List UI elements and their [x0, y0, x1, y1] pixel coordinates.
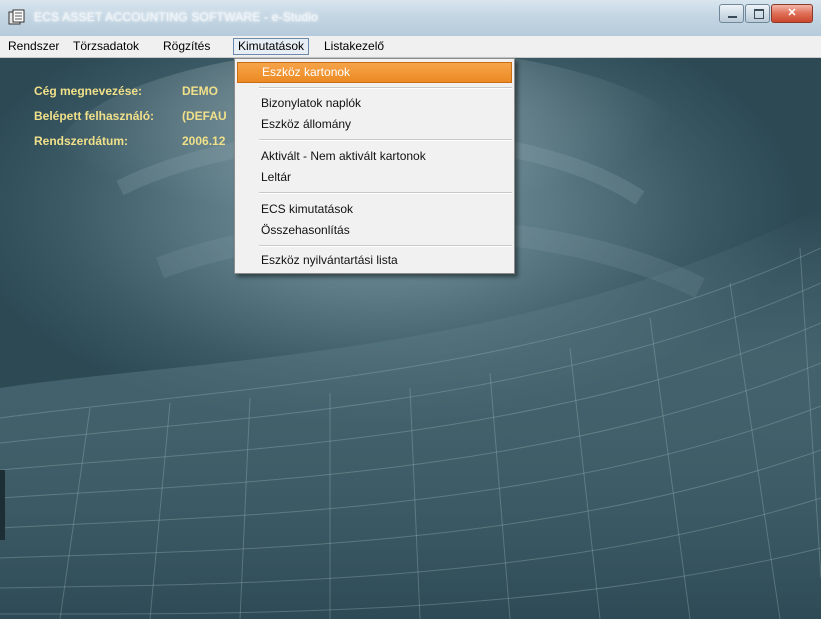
app-icon[interactable] [8, 9, 26, 27]
date-value: 2006.12 [182, 134, 226, 148]
menu-separator [259, 245, 512, 247]
menu-item-leltar[interactable]: Leltár [237, 167, 512, 188]
menu-item-bizonylatok-naplok[interactable]: Bizonylatok naplók [237, 93, 512, 114]
menu-separator [259, 139, 512, 141]
left-edge-bar [0, 470, 5, 540]
window-title: ECS ASSET ACCOUNTING SOFTWARE - e-Studio [34, 10, 319, 24]
menu-item-osszehasonlitas[interactable]: Összehasonlítás [237, 220, 512, 241]
minimize-button[interactable] [719, 4, 744, 23]
kimutatasok-dropdown: Eszköz kartonok Bizonylatok naplók Eszkö… [234, 58, 515, 274]
minimize-icon [728, 16, 737, 18]
menu-separator [259, 192, 512, 194]
menu-rogzites[interactable]: Rögzítés [159, 38, 214, 55]
window-controls: ✕ [718, 4, 813, 24]
menu-item-eszkoz-allomany[interactable]: Eszköz állomány [237, 114, 512, 135]
maximize-icon [754, 9, 764, 19]
menu-item-aktivalt-kartonok[interactable]: Aktivált - Nem aktivált kartonok [237, 146, 512, 167]
close-button[interactable]: ✕ [771, 4, 813, 23]
menu-bar: Rendszer Törzsadatok Rögzítés Kimutatáso… [0, 36, 821, 58]
title-bar: ECS ASSET ACCOUNTING SOFTWARE - e-Studio… [0, 0, 821, 37]
menu-torzsadatok[interactable]: Törzsadatok [69, 38, 143, 55]
menu-rendszer[interactable]: Rendszer [4, 38, 63, 55]
menu-kimutatasok[interactable]: Kimutatások [233, 38, 310, 55]
company-value: DEMO [182, 84, 218, 98]
user-label: Belépett felhasználó: [34, 109, 155, 123]
menu-item-eszkoz-nyilvantartasi-lista[interactable]: Eszköz nyilvántartási lista [237, 250, 512, 271]
menu-separator [259, 87, 512, 89]
date-label: Rendszerdátum: [34, 134, 129, 148]
user-value: (DEFAU [182, 109, 227, 123]
maximize-button[interactable] [745, 4, 770, 23]
company-label: Cég megnevezése: [34, 84, 143, 98]
close-icon: ✕ [787, 7, 797, 19]
menu-item-eszkoz-kartonok[interactable]: Eszköz kartonok [237, 62, 512, 83]
menu-listakezelo[interactable]: Listakezelő [320, 38, 388, 55]
menu-item-ecs-kimutatasok[interactable]: ECS kimutatások [237, 199, 512, 220]
